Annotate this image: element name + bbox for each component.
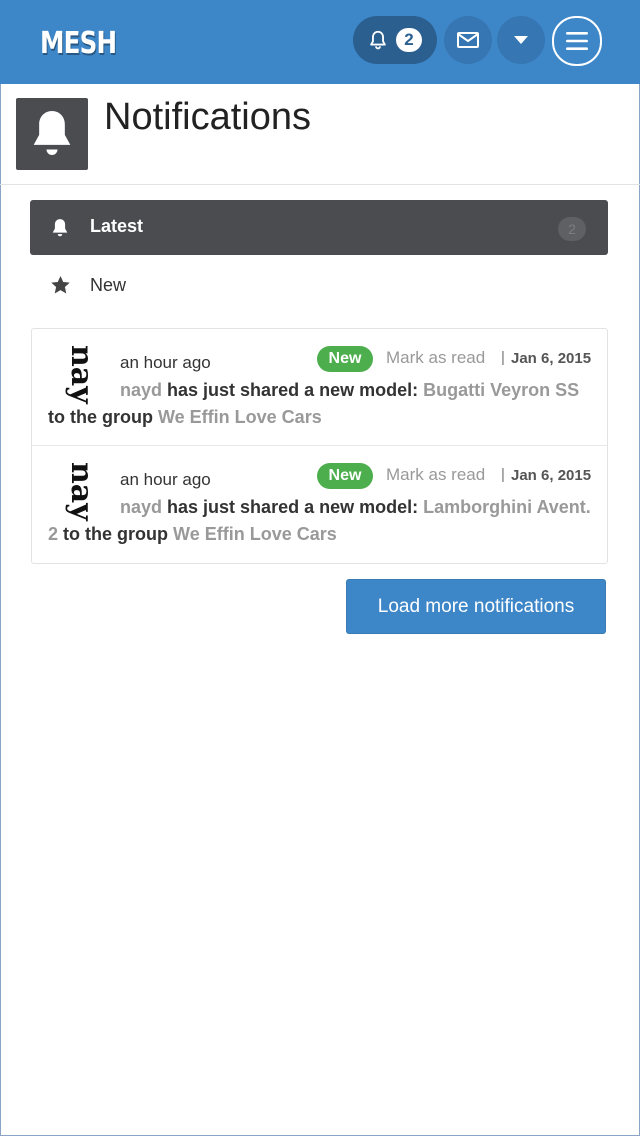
hamburger-menu-icon <box>566 32 588 50</box>
brand-logo[interactable]: MESH <box>40 26 117 61</box>
new-badge: New <box>317 346 373 372</box>
mark-as-read-link[interactable]: Mark as read <box>386 348 485 368</box>
load-more-button[interactable]: Load more notifications <box>346 579 606 634</box>
notification-date: Jan 6, 2015 <box>511 350 592 367</box>
messages-button[interactable] <box>444 16 492 64</box>
group-link[interactable]: We Effin Love Cars <box>173 524 337 544</box>
envelope-icon <box>457 32 479 48</box>
list-item[interactable]: nay an hour ago New Mark as read | Jan 6… <box>32 445 607 563</box>
user-link[interactable]: nayd <box>120 380 162 400</box>
caret-down-icon <box>514 36 528 44</box>
notifications-list: nay an hour ago New Mark as read | Jan 6… <box>31 328 608 564</box>
page-title: Notifications <box>104 96 311 138</box>
notification-time: an hour ago <box>120 353 211 372</box>
header-icon-box <box>16 98 88 170</box>
notification-count-badge: 2 <box>396 28 422 52</box>
user-link[interactable]: nayd <box>120 497 162 517</box>
notification-message: nayd has just shared a new model: Bugatt… <box>48 377 596 431</box>
message-text: to the group <box>48 407 153 427</box>
tab-latest[interactable]: Latest 2 <box>30 200 608 255</box>
list-item[interactable]: nay an hour ago New Mark as read | Jan 6… <box>32 329 607 446</box>
tab-new-label: New <box>90 275 127 295</box>
model-link[interactable]: Bugatti Veyron SS <box>423 380 579 400</box>
notification-time: an hour ago <box>120 470 211 489</box>
notification-message: nayd has just shared a new model: Lambor… <box>48 494 596 548</box>
page-header: Notifications <box>0 84 640 185</box>
mark-as-read-link[interactable]: Mark as read <box>386 465 485 485</box>
bell-icon <box>370 30 386 50</box>
separator: | <box>501 466 505 483</box>
message-text: has just shared a new model: <box>167 497 419 517</box>
main-menu-button[interactable] <box>552 16 602 66</box>
tab-latest-label: Latest <box>90 216 144 236</box>
notification-date: Jan 6, 2015 <box>511 467 592 484</box>
notifications-button[interactable]: 2 <box>353 16 437 64</box>
message-text: has just shared a new model: <box>167 380 419 400</box>
account-dropdown-button[interactable] <box>497 16 545 64</box>
message-text: to the group <box>63 524 169 544</box>
new-badge: New <box>317 463 373 489</box>
bell-icon <box>52 219 68 237</box>
star-icon <box>51 276 70 294</box>
tab-new[interactable]: New <box>30 258 608 313</box>
tab-latest-count: 2 <box>558 217 586 241</box>
top-navbar: MESH 2 <box>0 0 640 84</box>
separator: | <box>501 349 505 366</box>
group-link[interactable]: We Effin Love Cars <box>158 407 322 427</box>
bell-icon <box>33 111 71 155</box>
